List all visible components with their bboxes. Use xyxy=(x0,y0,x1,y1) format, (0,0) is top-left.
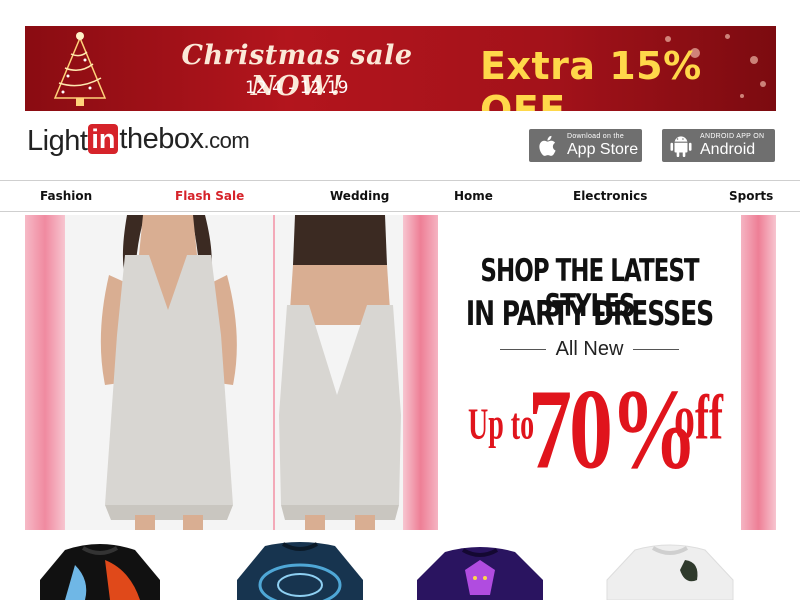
hero-promo-panel: SHOP THE LATEST STYLES IN PARTY DRESSES … xyxy=(438,215,741,530)
nav-item-fashion[interactable]: Fashion xyxy=(40,189,92,203)
discount-value: 70% xyxy=(528,367,698,494)
product-thumb-4[interactable] xyxy=(605,540,735,600)
nav-item-wedding[interactable]: Wedding xyxy=(330,189,389,203)
promo-dates: 12.4 - 12.19 xyxy=(245,78,349,98)
logo-text-box: thebox xyxy=(119,123,204,155)
logo-text-in: in xyxy=(88,124,119,154)
promo-offer: Extra 15% OFF xyxy=(480,44,702,111)
android-icon xyxy=(670,135,692,157)
app-store-text: Download on the App Store xyxy=(567,133,638,158)
main-nav: Fashion Flash Sale Wedding Home Electron… xyxy=(0,180,800,212)
logo-text-thebox: thebox.com xyxy=(119,122,249,158)
app-store-label: App Store xyxy=(567,141,639,158)
logo-text-domain: .com xyxy=(203,128,250,153)
nav-item-flash-sale[interactable]: Flash Sale xyxy=(175,189,244,203)
android-app-button[interactable]: ANDROID APP ON Android xyxy=(662,129,775,162)
apple-icon xyxy=(539,135,556,156)
app-store-button[interactable]: Download on the App Store xyxy=(529,129,642,162)
android-text: ANDROID APP ON Android xyxy=(700,133,764,158)
dress-front-photo xyxy=(65,215,273,530)
hero-headline-2: IN PARTY DRESSES xyxy=(465,293,714,334)
nav-item-sports[interactable]: Sports xyxy=(729,189,773,203)
discount-suffix: off xyxy=(674,384,723,454)
android-small: ANDROID APP ON xyxy=(700,133,765,140)
product-thumb-1[interactable] xyxy=(35,540,165,600)
android-label: Android xyxy=(700,141,756,158)
discount-prefix: Up to xyxy=(468,400,535,450)
hero-subheadline: All New xyxy=(438,338,741,361)
site-logo[interactable]: Light in thebox.com xyxy=(27,122,250,158)
hero-banner[interactable]: SHOP THE LATEST STYLES IN PARTY DRESSES … xyxy=(25,215,776,530)
app-store-small: Download on the xyxy=(567,133,625,140)
all-new-text: All New xyxy=(555,338,624,360)
dress-back-photo xyxy=(275,215,403,530)
product-thumb-2[interactable] xyxy=(235,540,365,600)
nav-item-home[interactable]: Home xyxy=(454,189,493,203)
nav-item-electronics[interactable]: Electronics xyxy=(573,189,647,203)
christmas-tree-icon xyxy=(53,32,107,106)
product-thumb-3[interactable] xyxy=(415,540,545,600)
logo-text-light: Light xyxy=(27,125,88,157)
christmas-sale-banner[interactable]: Christmas sale NOW! 12.4 - 12.19 Extra 1… xyxy=(25,26,776,111)
